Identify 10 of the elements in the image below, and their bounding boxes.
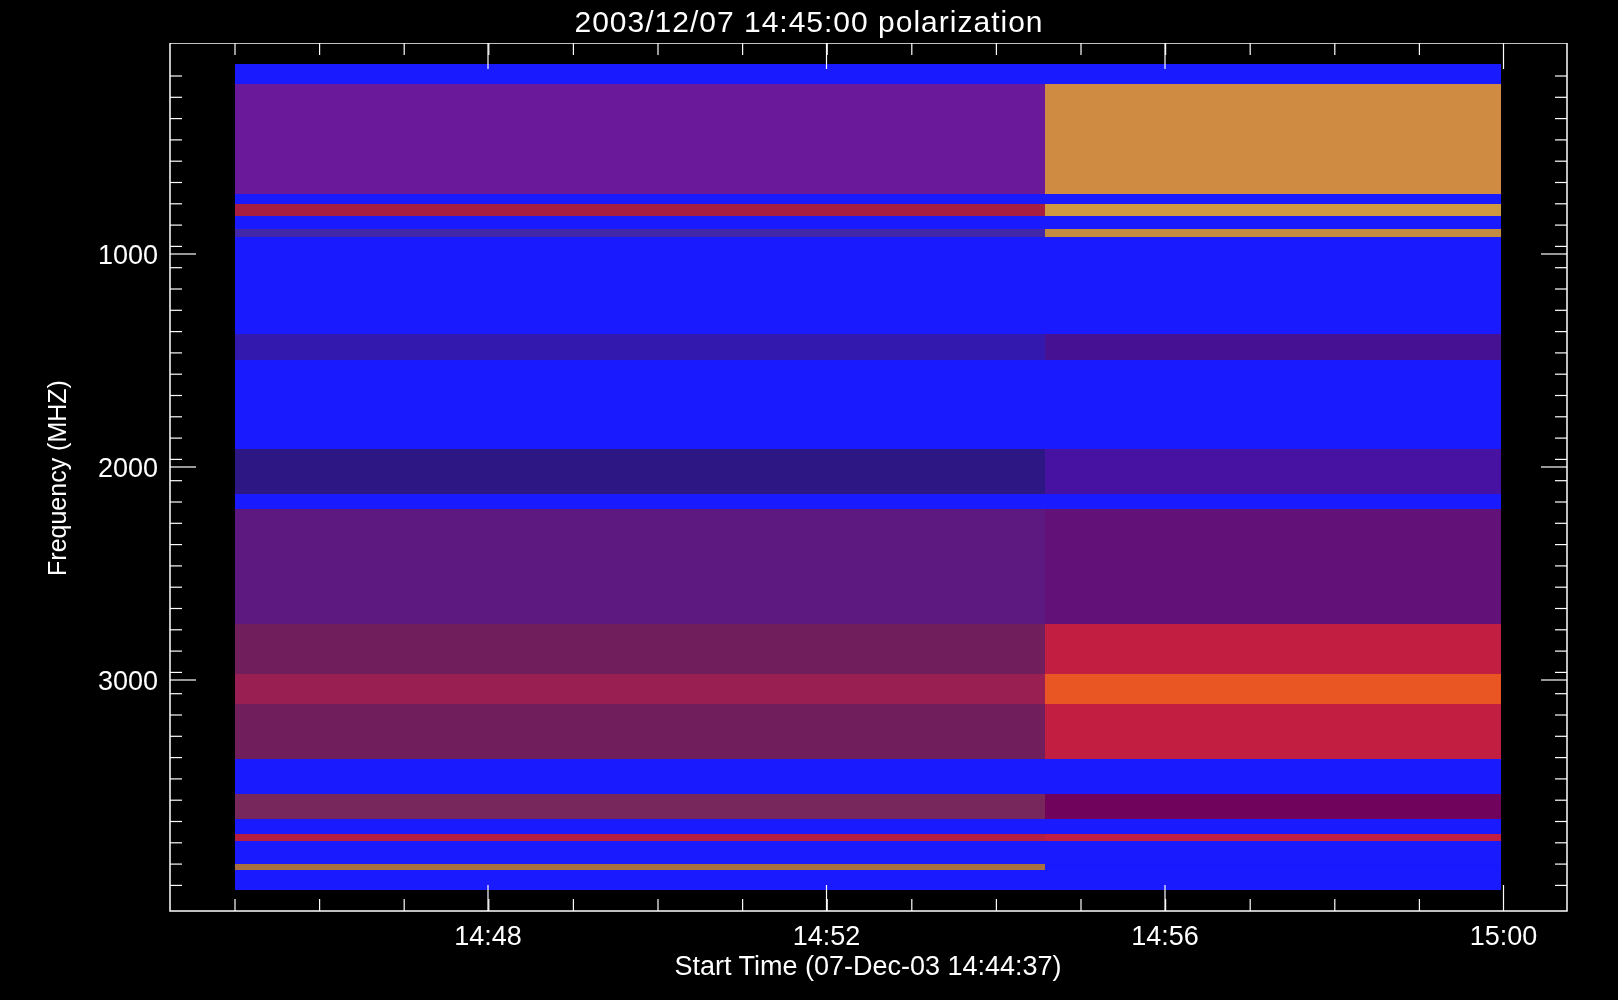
y-axis-label: Frequency (MHZ) <box>43 380 71 576</box>
x-axis-label: Start Time (07-Dec-03 14:44:37) <box>674 951 1062 981</box>
y-tick-label: 3000 <box>97 666 158 696</box>
x-tick-label: 14:48 <box>454 921 522 951</box>
y-tick-label: 1000 <box>97 240 158 270</box>
y-tick-label: 2000 <box>97 453 158 483</box>
chart-title: 2003/12/07 14:45:00 polarization <box>574 3 1044 40</box>
x-tick-label: 14:56 <box>1131 921 1199 951</box>
x-tick-label: 15:00 <box>1469 921 1538 951</box>
x-tick-label: 14:52 <box>792 921 861 951</box>
